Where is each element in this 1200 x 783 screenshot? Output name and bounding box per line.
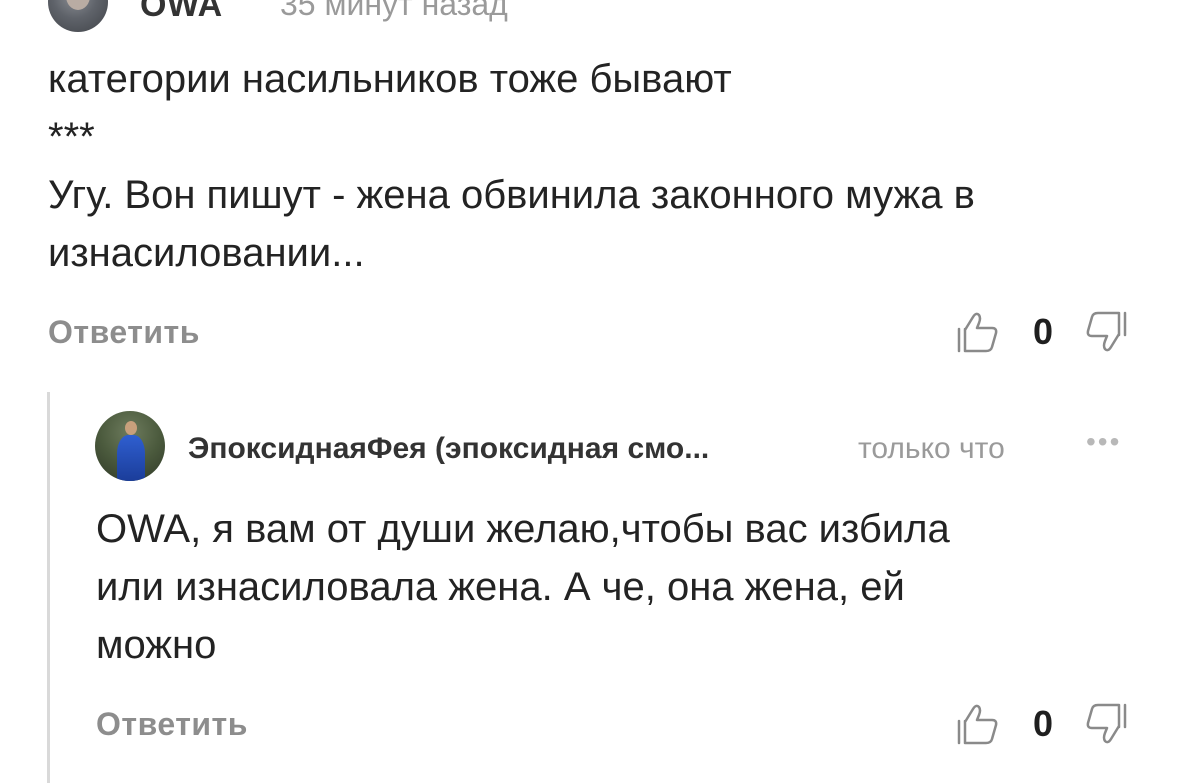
comment-header: OWA 35 минут назад ••• bbox=[48, 0, 1188, 32]
thumb-up-icon[interactable] bbox=[955, 309, 1001, 355]
thumb-down-icon[interactable] bbox=[1083, 701, 1129, 747]
more-dots-icon[interactable]: ••• bbox=[1136, 0, 1174, 14]
reply-button[interactable]: Ответить bbox=[48, 314, 200, 351]
reply-button[interactable]: Ответить bbox=[96, 706, 248, 743]
comment-text: категории насильников тоже бывают *** Уг… bbox=[48, 57, 975, 275]
avatar[interactable] bbox=[48, 0, 108, 32]
vote-controls: 0 bbox=[955, 700, 1129, 748]
comment-text: OWA, я вам от души желаю,чтобы вас избил… bbox=[96, 507, 950, 667]
vote-controls: 0 bbox=[955, 308, 1129, 356]
vote-count: 0 bbox=[1033, 311, 1054, 352]
comments-page: OWA 35 минут назад ••• категории насильн… bbox=[0, 0, 1200, 783]
comment-timestamp: только что bbox=[858, 432, 1005, 465]
vote-count: 0 bbox=[1033, 703, 1054, 744]
thumb-down-icon[interactable] bbox=[1083, 309, 1129, 355]
thumb-up-icon[interactable] bbox=[955, 701, 1001, 747]
comment-timestamp: 35 минут назад bbox=[280, 0, 508, 22]
more-dots-icon[interactable]: ••• bbox=[1086, 426, 1121, 458]
thread-line bbox=[47, 392, 50, 783]
comment-author[interactable]: OWA bbox=[140, 0, 223, 25]
avatar[interactable] bbox=[95, 411, 165, 481]
comment-author[interactable]: ЭпоксиднаяФея (эпоксидная смо... bbox=[188, 432, 709, 466]
